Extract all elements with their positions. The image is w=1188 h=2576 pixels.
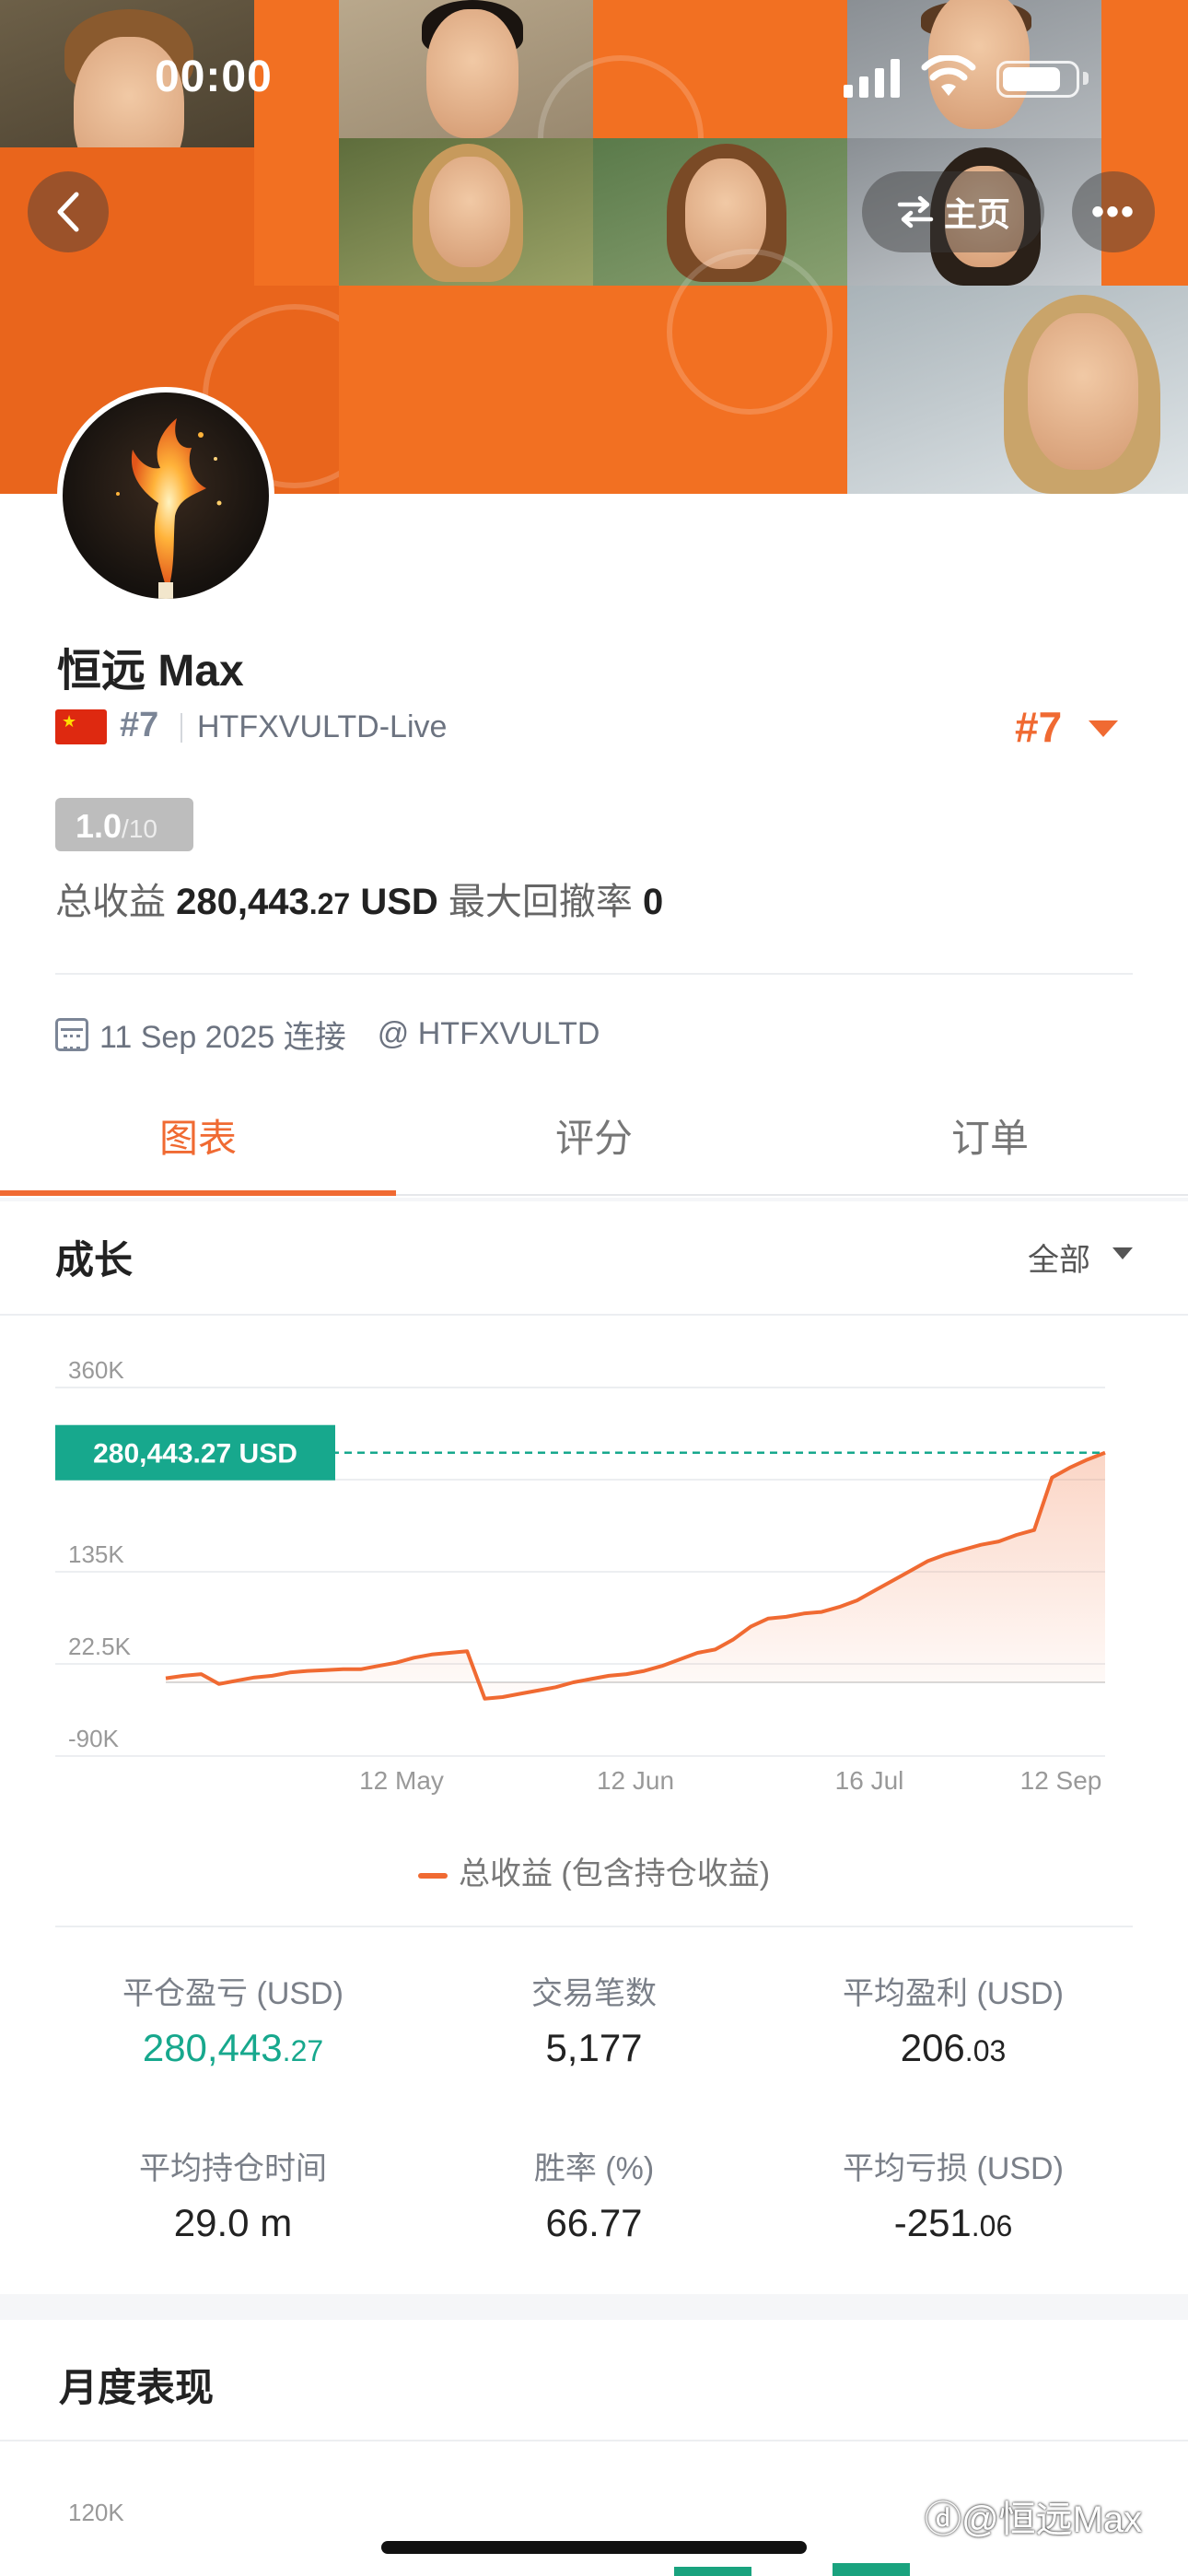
- max-drawdown-label: 最大回撤率: [448, 882, 633, 922]
- total-profit-value: 280,443.27 USD: [176, 882, 438, 922]
- more-button[interactable]: •••: [1072, 171, 1155, 252]
- connected-date: 11 Sep 2025 连接: [99, 1020, 346, 1055]
- monthly-y-tick: 120K: [68, 2499, 124, 2526]
- flame-dancer-image: [116, 418, 222, 599]
- banner-photo: [847, 286, 1188, 494]
- growth-title: 成长: [55, 1238, 134, 1282]
- score-max: /10: [122, 814, 157, 843]
- broker-account: HTFXVULTD-Live: [197, 709, 448, 744]
- battery-icon: [996, 61, 1079, 98]
- score-badge: 1.0/10: [55, 798, 193, 851]
- y-tick-label: 360K: [68, 1356, 124, 1384]
- signal-icon: [844, 59, 900, 98]
- monthly-bar: [674, 2567, 751, 2576]
- section-gap: [0, 2294, 1188, 2320]
- tab-orders[interactable]: 订单: [792, 1107, 1188, 1164]
- stat-win-rate: 胜率 (%) 66.77: [533, 2151, 655, 2244]
- divider: [55, 1926, 1133, 1927]
- tab-rating[interactable]: 评分: [396, 1107, 792, 1164]
- legend-swatch: [417, 1873, 448, 1879]
- wifi-icon: [921, 55, 976, 96]
- tab-bar: 图表 评分 订单: [0, 1078, 1188, 1196]
- chevron-left-icon: [57, 192, 79, 232]
- profile-name: 恒远 Max: [57, 647, 244, 696]
- divider: [0, 2440, 1188, 2441]
- back-button[interactable]: [28, 171, 109, 252]
- status-bar: 00:00: [0, 52, 1188, 111]
- china-flag-icon: ★: [55, 709, 107, 744]
- total-profit-label: 总收益: [55, 882, 166, 922]
- chart-legend: 总收益 (包含持仓收益): [0, 1848, 1188, 1893]
- stat-closed-pnl: 平仓盈亏 (USD) 280,443.27: [122, 1976, 344, 2069]
- stat-avg-profit: 平均盈利 (USD) 206.03: [843, 1976, 1064, 2069]
- divider: [0, 1314, 1188, 1316]
- max-drawdown-value: 0: [643, 882, 664, 922]
- broker-at: @ HTFXVULTD: [377, 1016, 600, 1051]
- x-tick-label: 12 May: [359, 1766, 444, 1795]
- tab-indicator: [0, 1190, 396, 1196]
- stat-avg-hold-time: 平均持仓时间 29.0 m: [139, 2151, 327, 2244]
- more-icon: •••: [1090, 191, 1136, 232]
- growth-chart[interactable]: 360K247.5K135K22.5K-90K12 May12 Jun16 Ju…: [0, 1317, 1188, 1806]
- y-tick-label: 135K: [68, 1540, 124, 1568]
- stat-trade-count: 交易笔数 5,177: [531, 1976, 657, 2069]
- current-value-label: 280,443.27 USD: [93, 1439, 297, 1469]
- banner-pattern: [593, 249, 847, 494]
- profit-summary: 总收益 280,443.27 USD 最大回撤率 0: [55, 872, 663, 925]
- monthly-bar: [833, 2563, 910, 2576]
- banner-pattern: [339, 286, 593, 494]
- swap-icon: [897, 195, 934, 228]
- section-gap: [0, 1198, 1188, 1201]
- tab-chart[interactable]: 图表: [0, 1107, 396, 1164]
- period-filter[interactable]: 全部: [1028, 1235, 1090, 1280]
- divider: [181, 713, 182, 743]
- stat-avg-loss: 平均亏损 (USD) -251.06: [843, 2151, 1064, 2244]
- series-area: [166, 1452, 1105, 1699]
- rank-dropdown-icon[interactable]: [1089, 720, 1118, 737]
- y-tick-label: -90K: [68, 1725, 120, 1752]
- y-tick-label: 22.5K: [68, 1633, 132, 1660]
- home-button[interactable]: 主页: [862, 171, 1044, 252]
- score-value: 1.0: [76, 807, 122, 845]
- x-tick-label: 12 Sep: [1020, 1766, 1102, 1795]
- watermark: ⓓ@恒远Max: [925, 2500, 1143, 2540]
- divider: [55, 973, 1133, 975]
- x-tick-label: 16 Jul: [835, 1766, 904, 1795]
- home-indicator: [381, 2541, 807, 2554]
- battery-tip: [1083, 72, 1089, 85]
- legend-label: 总收益 (包含持仓收益): [458, 1856, 771, 1891]
- banner-photo: [339, 138, 593, 286]
- rank-small: #7: [120, 706, 159, 744]
- home-button-label: 主页: [943, 195, 1010, 233]
- chevron-down-icon[interactable]: [1112, 1247, 1133, 1259]
- connection-meta: 11 Sep 2025 连接 @ HTFXVULTD: [55, 1012, 600, 1057]
- monthly-title: 月度表现: [59, 2366, 215, 2409]
- avatar[interactable]: [57, 387, 274, 604]
- status-time: 00:00: [155, 53, 273, 101]
- x-tick-label: 12 Jun: [597, 1766, 674, 1795]
- calendar-icon: [55, 1017, 88, 1051]
- rank-badge[interactable]: #7: [1015, 702, 1062, 752]
